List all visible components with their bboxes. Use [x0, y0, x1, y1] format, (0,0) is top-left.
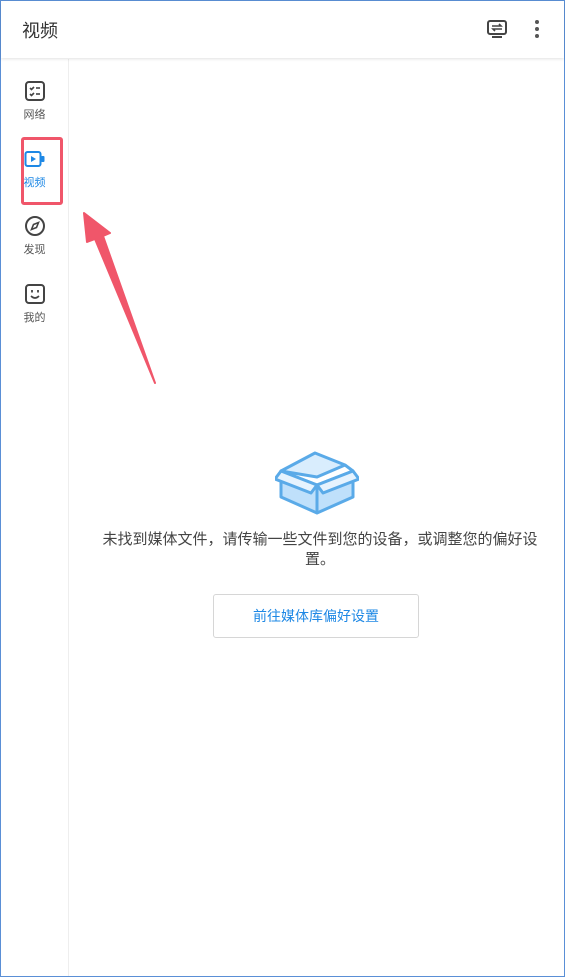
- sidebar-item-label: 网络: [23, 108, 46, 121]
- network-list-icon: [24, 81, 45, 101]
- empty-state-message: 未找到媒体文件，请传输一些文件到您的设备，或调整您的偏好设置。: [102, 530, 538, 568]
- sidebar-item-label: 发现: [23, 243, 46, 256]
- sidebar-item-label: 我的: [23, 311, 46, 324]
- top-app-bar: 视频: [1, 1, 564, 58]
- page-title: 视频: [22, 21, 58, 42]
- compass-icon: [24, 216, 45, 236]
- highlight-box: [21, 137, 63, 205]
- open-box-icon: [275, 451, 359, 515]
- media-library-preferences-button[interactable]: 前往媒体库偏好设置: [213, 594, 419, 638]
- smiley-face-icon: [24, 284, 45, 304]
- sidebar-item-me[interactable]: 我的: [1, 283, 68, 343]
- sidebar-item-discover[interactable]: 发现: [1, 215, 68, 275]
- cast-screen-icon[interactable]: [486, 18, 508, 40]
- sidebar-item-network[interactable]: 网络: [1, 80, 68, 140]
- more-vertical-icon[interactable]: [526, 18, 548, 40]
